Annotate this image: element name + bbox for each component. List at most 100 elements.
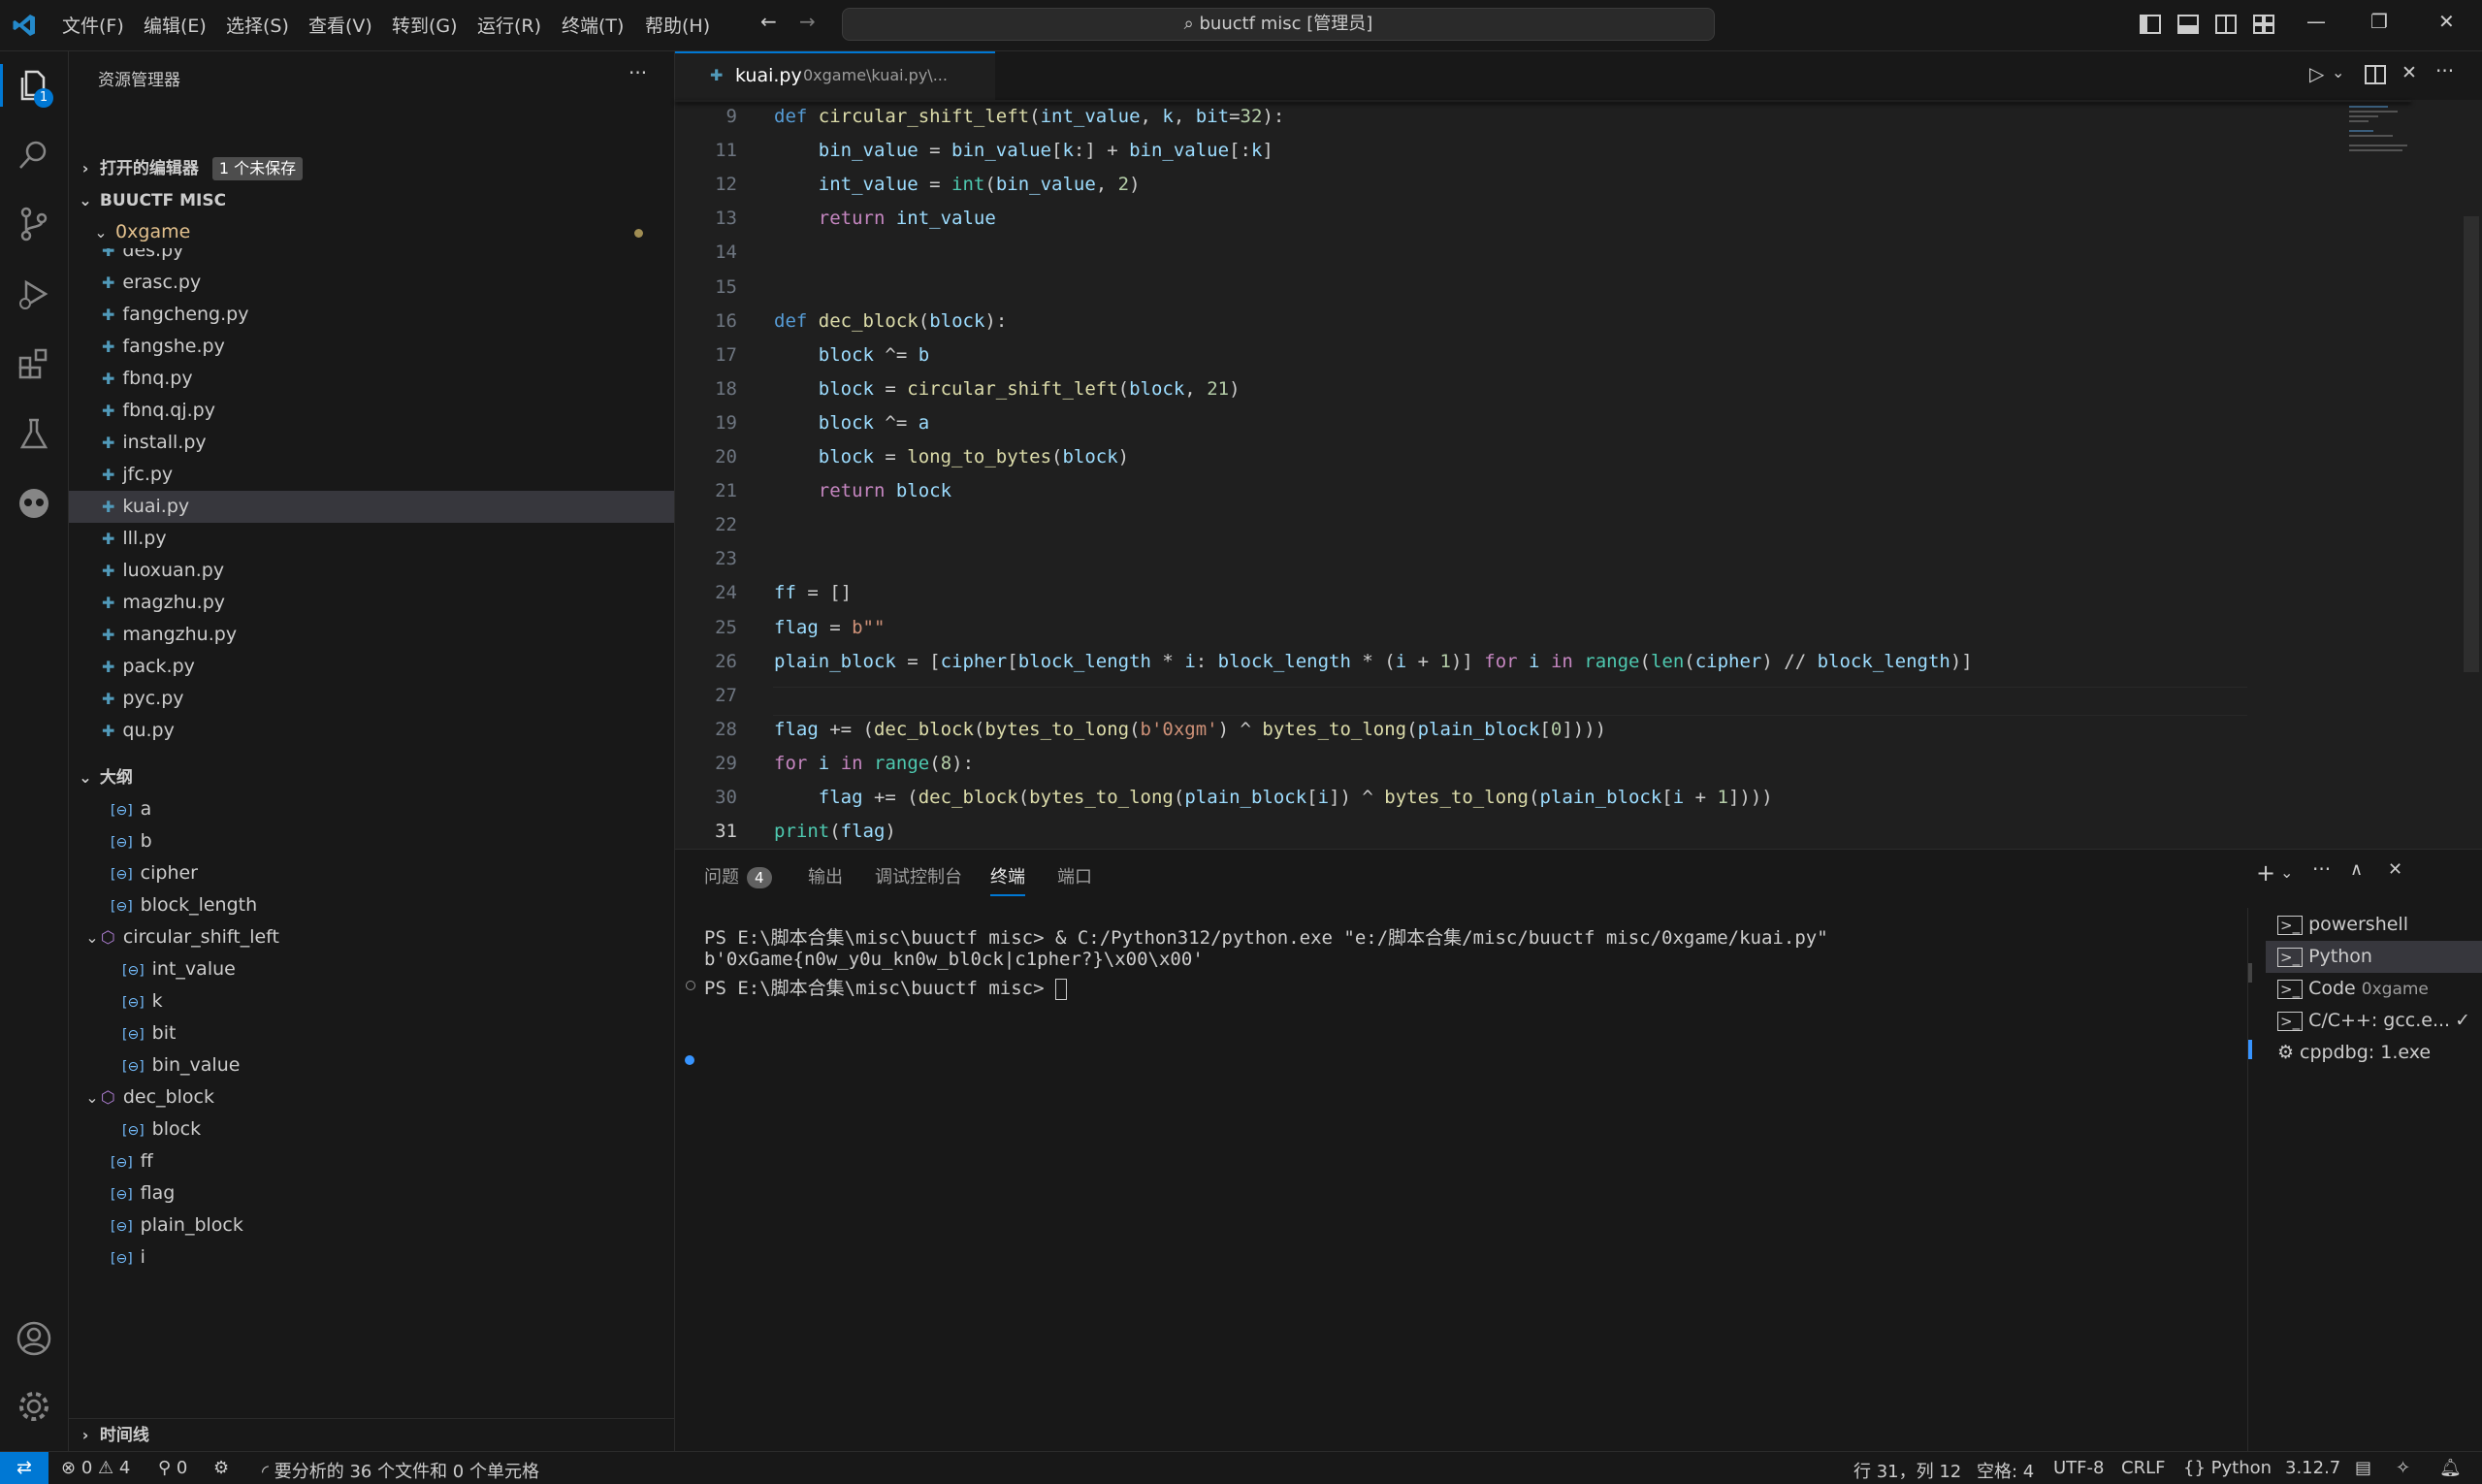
outline-header[interactable]: ⌄ 大纲: [69, 761, 674, 793]
run-file-icon[interactable]: ▷: [2309, 62, 2324, 85]
menu-go[interactable]: 转到(G): [392, 12, 458, 38]
menu-terminal[interactable]: 终端(T): [562, 12, 624, 38]
file-item[interactable]: ✚ fangcheng.py: [69, 299, 674, 331]
accounts-icon[interactable]: [15, 1319, 53, 1358]
close-window-icon[interactable]: ✕: [2438, 10, 2455, 33]
indentation[interactable]: 空格: 4: [1977, 1458, 2034, 1483]
more-actions-icon[interactable]: ···: [2312, 857, 2331, 881]
outline-item[interactable]: ⌄ ⬡ circular_shift_left: [69, 921, 674, 953]
toggle-primary-sidebar-icon[interactable]: [2140, 15, 2161, 34]
file-item[interactable]: ✚ luoxuan.py: [69, 555, 674, 587]
problems-status[interactable]: ⊗ 0 ⚠ 4: [61, 1458, 130, 1478]
chevron-down-icon[interactable]: ⌄: [2332, 63, 2344, 81]
code-editor[interactable]: 9 def circular_shift_left(int_value, k, b…: [675, 100, 2482, 847]
language-mode[interactable]: {} Python: [2183, 1458, 2272, 1478]
menu-run[interactable]: 运行(R): [477, 12, 541, 38]
search-icon[interactable]: [15, 136, 53, 175]
tab-problems[interactable]: 问题 4: [704, 863, 772, 888]
terminal-instance[interactable]: >_ powershell: [2266, 909, 2482, 941]
outline-item[interactable]: [⊖] i: [69, 1242, 674, 1274]
terminal-instance[interactable]: >_ Code 0xgame: [2266, 973, 2482, 1005]
menu-help[interactable]: 帮助(H): [645, 12, 710, 38]
restore-icon[interactable]: ❐: [2370, 10, 2388, 33]
terminal-line-3[interactable]: PS E:\脚本合集\misc\buuctf misc>: [704, 974, 1067, 1000]
menu-selection[interactable]: 选择(S): [226, 12, 289, 38]
outline-item[interactable]: [⊖] block: [69, 1113, 674, 1145]
outline-item[interactable]: [⊖] bin_value: [69, 1049, 674, 1081]
file-item[interactable]: ✚ fbnq.qj.py: [69, 395, 674, 427]
file-item[interactable]: ✚ des.py: [69, 248, 674, 267]
analysis-status[interactable]: ◜ 要分析的 36 个文件和 0 个单元格: [262, 1458, 539, 1483]
ports-status[interactable]: ⚲ 0: [158, 1458, 187, 1478]
close-panel-icon[interactable]: ✕: [2388, 859, 2402, 880]
menu-file[interactable]: 文件(F): [62, 12, 124, 38]
tab-terminal[interactable]: 终端: [990, 863, 1025, 896]
menu-edit[interactable]: 编辑(E): [144, 12, 207, 38]
file-item[interactable]: ✚ pack.py: [69, 651, 674, 683]
copilot-icon[interactable]: ✧: [2396, 1458, 2410, 1478]
toggle-panel-icon[interactable]: [2177, 15, 2199, 34]
command-center[interactable]: ⌕ buuctf misc [管理员]: [842, 8, 1715, 41]
customize-layout-icon[interactable]: [2253, 15, 2274, 34]
file-item[interactable]: ✚ fangshe.py: [69, 331, 674, 363]
outline-item[interactable]: [⊖] a: [69, 793, 674, 825]
outline-item[interactable]: [⊖] ff: [69, 1145, 674, 1178]
maximize-panel-icon[interactable]: ∧: [2350, 859, 2363, 880]
minimap[interactable]: [2349, 104, 2407, 162]
file-item[interactable]: ✚ install.py: [69, 427, 674, 459]
outline-item[interactable]: [⊖] cipher: [69, 857, 674, 889]
settings-gear-icon[interactable]: [15, 1387, 53, 1426]
remote-explorer-icon[interactable]: [15, 484, 53, 523]
outline-item[interactable]: ⌄ ⬡ dec_block: [69, 1081, 674, 1113]
outline-item[interactable]: [⊖] b: [69, 825, 674, 857]
file-item[interactable]: ✚ magzhu.py: [69, 587, 674, 619]
toggle-secondary-sidebar-icon[interactable]: [2215, 15, 2237, 34]
encoding[interactable]: UTF-8: [2053, 1458, 2104, 1478]
outline-item[interactable]: [⊖] int_value: [69, 953, 674, 985]
back-arrow-icon[interactable]: ←: [760, 10, 777, 33]
tab-output[interactable]: 输出: [808, 863, 843, 888]
folder-0xgame[interactable]: ⌄ 0xgame: [69, 216, 674, 248]
run-debug-icon[interactable]: [15, 274, 53, 313]
terminal-instance[interactable]: ⚙ cppdbg: 1.exe: [2266, 1037, 2482, 1069]
file-item[interactable]: ✚ erasc.py: [69, 267, 674, 299]
terminal-instance[interactable]: >_ Python: [2266, 941, 2482, 973]
timeline-header[interactable]: › 时间线: [69, 1418, 674, 1451]
open-editors-header[interactable]: › 打开的编辑器 1 个未保存: [69, 152, 674, 184]
terminal-instance[interactable]: >_ C/C++: gcc.e... ✓: [2266, 1005, 2482, 1037]
file-item[interactable]: ✚ pyc.py: [69, 683, 674, 715]
outline-item[interactable]: [⊖] plain_block: [69, 1210, 674, 1242]
remote-indicator-icon[interactable]: ⇄: [0, 1452, 48, 1484]
chevron-down-icon[interactable]: ⌄: [2280, 863, 2293, 882]
editor-scrollbar[interactable]: [2464, 216, 2479, 672]
outline-item[interactable]: [⊖] bit: [69, 1017, 674, 1049]
file-item[interactable]: ✚ jfc.py: [69, 459, 674, 491]
workspace-header[interactable]: ⌄ BUUCTF MISC: [69, 184, 674, 216]
cursor-position[interactable]: 行 31，列 12: [1853, 1458, 1961, 1483]
tab-ports[interactable]: 端口: [1057, 863, 1092, 888]
testing-icon[interactable]: [15, 414, 53, 453]
file-item[interactable]: ✚ fbnq.py: [69, 363, 674, 395]
outline-item[interactable]: [⊖] flag: [69, 1178, 674, 1210]
forward-arrow-icon[interactable]: →: [799, 10, 816, 33]
more-actions-icon[interactable]: ···: [629, 61, 647, 84]
extensions-icon[interactable]: [15, 344, 53, 383]
file-item[interactable]: ✚ qu.py: [69, 715, 674, 747]
debug-launch-icon[interactable]: ⚙: [213, 1458, 229, 1478]
more-actions-icon[interactable]: ···: [2435, 59, 2454, 82]
end-of-line[interactable]: CRLF: [2121, 1458, 2165, 1478]
menu-view[interactable]: 查看(V): [308, 12, 372, 38]
python-version[interactable]: 3.12.7: [2285, 1458, 2340, 1478]
notifications-bell-icon[interactable]: 🔔︎: [2439, 1458, 2462, 1478]
new-terminal-icon[interactable]: +: [2256, 859, 2275, 887]
minimize-icon[interactable]: —: [2306, 10, 2326, 33]
tab-kuai-py[interactable]: ✚ kuai.py 0xgame\kuai.py\...: [675, 51, 995, 100]
terminal-line-1[interactable]: PS E:\脚本合集\misc\buuctf misc> & C:/Python…: [704, 923, 1828, 950]
close-editor-icon[interactable]: ✕: [2401, 62, 2417, 83]
outline-item[interactable]: [⊖] block_length: [69, 889, 674, 921]
terminal-scrollbar[interactable]: [2248, 963, 2252, 983]
split-editor-icon[interactable]: [2365, 65, 2386, 84]
file-item[interactable]: ✚ kuai.py: [69, 491, 674, 523]
source-control-icon[interactable]: [15, 205, 53, 243]
terminal-line-2[interactable]: b'0xGame{n0w_y0u_kn0w_bl0ck|c1pher?}\x00…: [704, 949, 1204, 970]
